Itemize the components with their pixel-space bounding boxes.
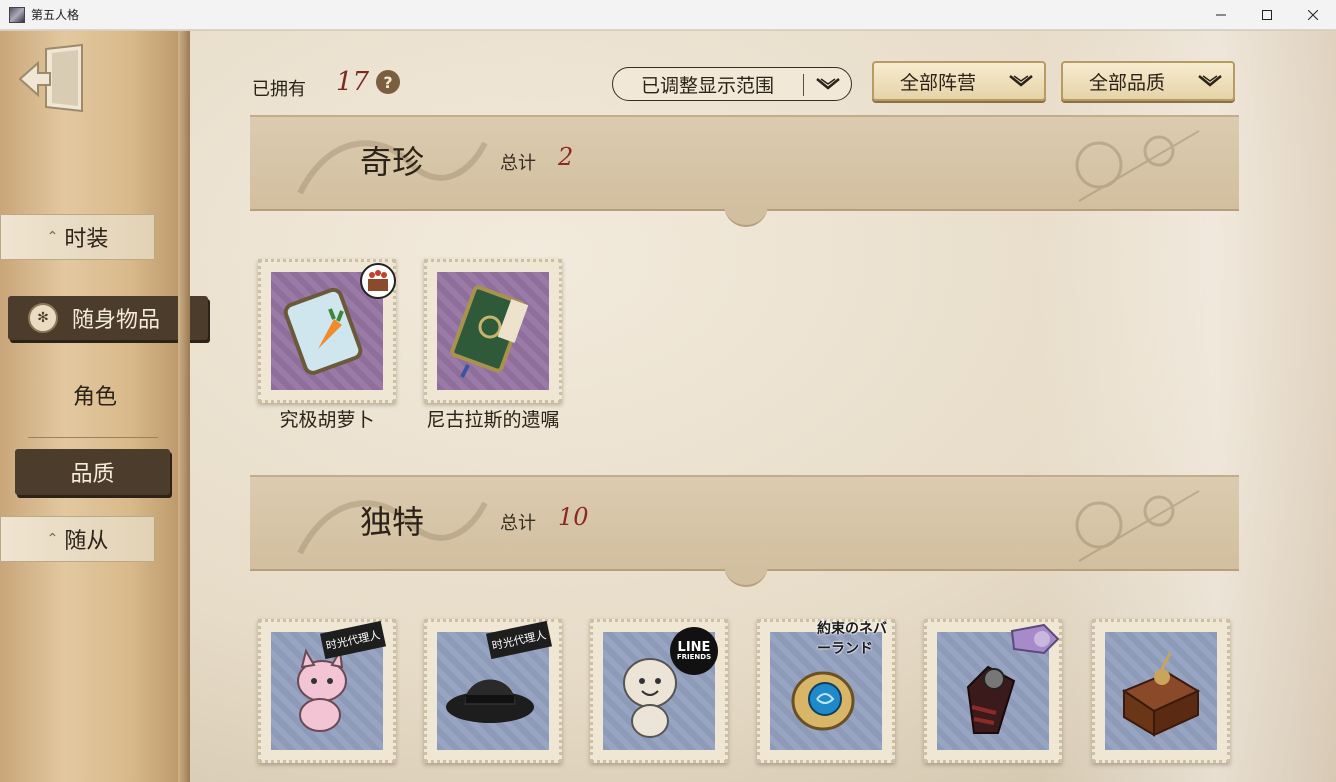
item-card[interactable] bbox=[924, 619, 1062, 763]
item-card[interactable]: LINE FRIENDS bbox=[590, 619, 728, 763]
maximize-icon[interactable] bbox=[1244, 0, 1290, 30]
nav-item-role[interactable]: 角色 bbox=[20, 373, 170, 417]
nav-item-label: 随从 bbox=[64, 529, 109, 554]
total-value: 2 bbox=[558, 143, 574, 171]
dropdown-separator bbox=[803, 74, 804, 96]
header-notch bbox=[724, 205, 768, 227]
green-book-icon bbox=[450, 285, 529, 378]
total-label: 总计 bbox=[500, 153, 536, 174]
nav-item-label: 角色 bbox=[72, 385, 117, 410]
badge-line-bottom: FRIENDS bbox=[676, 653, 712, 661]
item-card[interactable]: 究极胡萝卜 bbox=[258, 259, 396, 431]
flower-ornament-icon bbox=[1075, 130, 1200, 202]
app-icon bbox=[9, 6, 25, 23]
item-card[interactable] bbox=[1092, 619, 1230, 763]
exit-door-icon[interactable] bbox=[16, 43, 86, 115]
header-notch bbox=[724, 565, 768, 587]
quality-dropdown[interactable]: 全部品质 bbox=[1061, 61, 1235, 101]
item-name: 尼古拉斯的遗嘱 bbox=[426, 409, 560, 431]
chevron-down-icon bbox=[1009, 75, 1033, 87]
game-screen: ⌃ 时装 ✻ 随身物品 角色 品质 ⌃ 随从 已拥有 17 ? 已调整显示范围 … bbox=[0, 31, 1336, 782]
section-header-unique: 独特 总计 10 bbox=[250, 475, 1239, 587]
arrow-deco-icon: ⌃ bbox=[46, 229, 59, 245]
shield-emblem-icon: ✻ bbox=[28, 303, 58, 333]
close-icon[interactable] bbox=[1290, 0, 1336, 30]
purple-ribbon-icon bbox=[1010, 623, 1060, 655]
owned-count: 17 bbox=[336, 67, 370, 97]
section-title: 奇珍 bbox=[360, 143, 425, 181]
nav-item-label: 随身物品 bbox=[72, 308, 161, 333]
arrow-deco-icon: ⌃ bbox=[46, 531, 59, 547]
cake-icon bbox=[360, 263, 396, 299]
minimize-icon[interactable] bbox=[1198, 0, 1244, 30]
item-card[interactable]: 时光代理人 bbox=[424, 619, 562, 763]
line-friends-badge: LINE FRIENDS bbox=[670, 627, 718, 675]
range-dropdown[interactable]: 已调整显示范围 bbox=[612, 67, 852, 101]
camp-dropdown[interactable]: 全部阵营 bbox=[872, 61, 1046, 101]
section-header-rare: 奇珍 总计 2 bbox=[250, 115, 1239, 227]
item-card[interactable]: 时光代理人 bbox=[258, 619, 396, 763]
collab-badge: 約束のネバーランド bbox=[817, 621, 887, 657]
total-value: 10 bbox=[558, 503, 589, 531]
window-titlebar: 第五人格 bbox=[0, 0, 1336, 30]
camp-dropdown-label: 全部阵营 bbox=[900, 71, 977, 94]
total-label: 总计 bbox=[500, 513, 536, 534]
window-controls bbox=[1198, 0, 1336, 30]
range-dropdown-label: 已调整显示范围 bbox=[641, 74, 775, 97]
question-icon[interactable]: ? bbox=[376, 70, 400, 94]
music-box-icon bbox=[1121, 652, 1201, 737]
window-title: 第五人格 bbox=[31, 8, 80, 22]
nav-item-quality[interactable]: 品质 bbox=[15, 449, 170, 495]
quality-dropdown-label: 全部品质 bbox=[1089, 71, 1166, 94]
nav-item-label: 品质 bbox=[70, 462, 115, 487]
chevron-down-icon bbox=[816, 78, 840, 90]
chevron-down-icon bbox=[1198, 75, 1222, 87]
item-card[interactable]: 約束のネバーランド bbox=[757, 619, 895, 763]
section-title: 独特 bbox=[360, 503, 425, 541]
nav-divider bbox=[28, 437, 158, 438]
nav-item-costume[interactable]: ⌃ 时装 bbox=[0, 214, 155, 260]
nav-item-follower[interactable]: ⌃ 随从 bbox=[0, 516, 155, 562]
flower-ornament-icon bbox=[1075, 490, 1200, 562]
nav-item-accessories[interactable]: ✻ 随身物品 bbox=[8, 296, 208, 340]
owned-label: 已拥有 bbox=[252, 79, 306, 100]
item-card[interactable]: 尼古拉斯的遗嘱 bbox=[424, 259, 562, 431]
nav-item-label: 时装 bbox=[64, 227, 109, 252]
left-sidebar: ⌃ 时装 ✻ 随身物品 角色 品质 ⌃ 随从 bbox=[0, 31, 208, 782]
